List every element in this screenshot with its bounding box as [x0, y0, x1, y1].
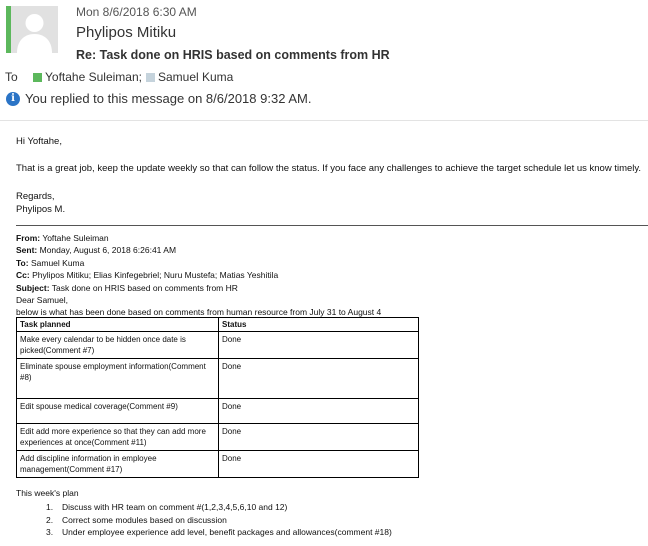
header-divider [0, 120, 648, 121]
plan-list: 1. Discuss with HR team on comment #(1,2,… [46, 501, 392, 539]
list-item: 3. Under employee experience add level, b… [46, 527, 392, 537]
task-cell: Edit spouse medical coverage(Comment #9) [16, 398, 219, 424]
table-header-row: Task planned Status [16, 317, 419, 332]
table-row: Eliminate spouse employment information(… [16, 358, 419, 399]
task-cell: Eliminate spouse employment information(… [16, 358, 219, 399]
sender-name[interactable]: Phylipos Mitiku [76, 24, 176, 41]
avatar[interactable] [11, 6, 58, 53]
recipient-yoftahe[interactable]: Yoftahe Suleiman; [45, 70, 142, 84]
person-silhouette-icon [11, 6, 58, 53]
recipients-row: To Yoftahe Suleiman; Samuel Kuma [5, 70, 237, 84]
status-cell: Done [218, 331, 419, 359]
reply-greeting: Hi Yoftahe, [16, 136, 62, 147]
message-date: Mon 8/6/2018 6:30 AM [76, 5, 197, 19]
reply-info-bar[interactable]: i You replied to this message on 8/6/201… [6, 91, 311, 106]
table-row: Edit spouse medical coverage(Comment #9)… [16, 398, 419, 424]
reply-closing: Regards, [16, 191, 55, 202]
to-line: To: Samuel Kuma [16, 257, 85, 268]
table-row: Edit add more experience so that they ca… [16, 423, 419, 451]
column-header-status: Status [218, 317, 419, 332]
to-label: To [5, 70, 18, 84]
status-cell: Done [218, 450, 419, 478]
status-cell: Done [218, 358, 419, 399]
salutation: Dear Samuel, [16, 295, 68, 306]
status-cell: Done [218, 398, 419, 424]
presence-unknown-icon [145, 72, 155, 82]
cc-line: Cc: Phylipos Mitiku; Elias Kinfegebriel;… [16, 270, 279, 281]
reply-signature: Phylipos M. [16, 204, 66, 215]
original-message-header: From: Yoftahe Suleiman Sent: Monday, Aug… [16, 232, 381, 319]
table-row: Make every calendar to be hidden once da… [16, 331, 419, 359]
info-icon: i [6, 91, 20, 106]
recipient-samuel[interactable]: Samuel Kuma [158, 70, 233, 84]
column-header-task: Task planned [16, 317, 219, 332]
status-cell: Done [218, 423, 419, 451]
task-cell: Make every calendar to be hidden once da… [16, 331, 219, 359]
message-subject: Re: Task done on HRIS based on comments … [76, 48, 390, 62]
table-row: Add discipline information in employee m… [16, 450, 419, 478]
task-table: Task planned Status Make every calendar … [16, 317, 419, 478]
plan-title: This week's plan [16, 488, 79, 498]
task-cell: Edit add more experience so that they ca… [16, 423, 219, 451]
list-item: 1. Discuss with HR team on comment #(1,2,… [46, 502, 288, 512]
subject-line: Subject: Task done on HRIS based on comm… [16, 282, 238, 293]
list-item: 2. Correct some modules based on discussi… [46, 514, 227, 525]
reply-body: That is a great job, keep the update wee… [16, 163, 642, 174]
sent-line: Sent: Monday, August 6, 2018 6:26:41 AM [16, 245, 177, 256]
from-line: From: Yoftahe Suleiman [16, 233, 109, 243]
quote-divider [16, 225, 648, 226]
reply-info-text: You replied to this message on 8/6/2018 … [25, 91, 312, 106]
presence-available-icon [33, 72, 42, 82]
task-cell: Add discipline information in employee m… [16, 450, 219, 478]
